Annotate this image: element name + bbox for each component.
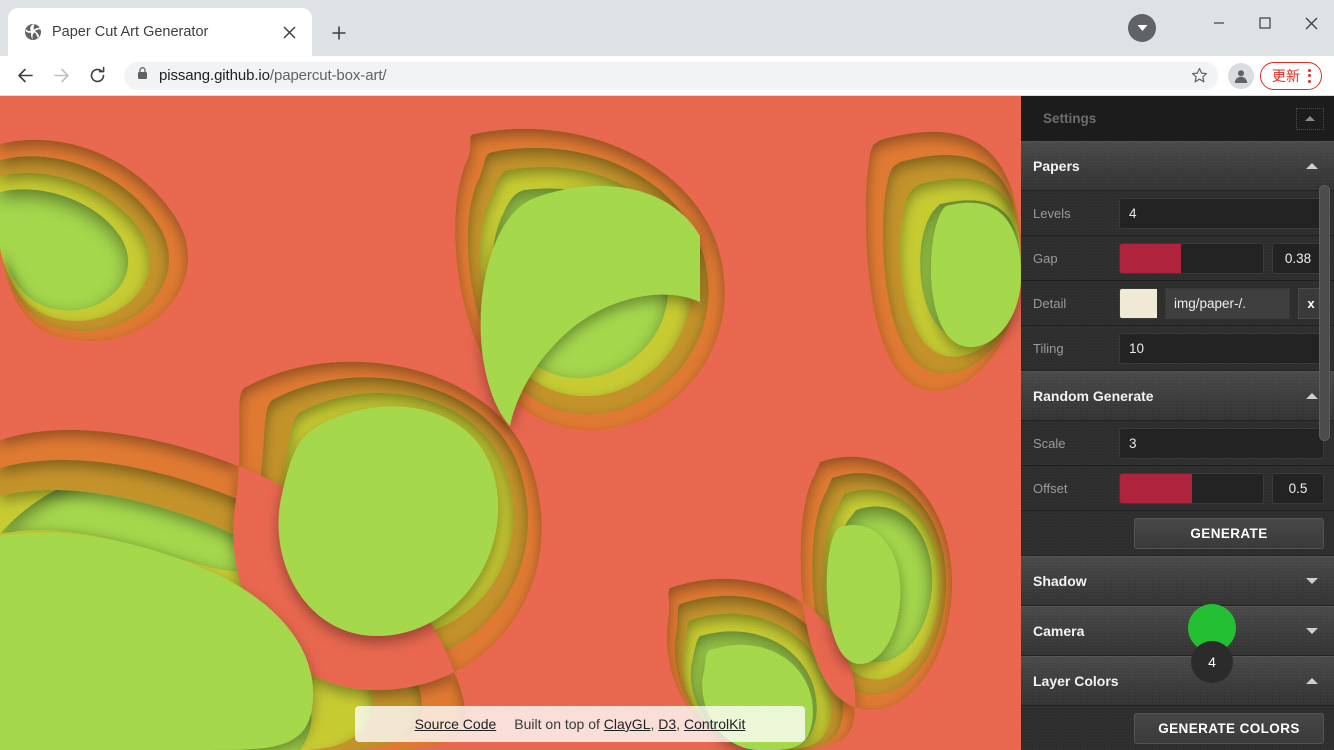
url-path: /papercut-box-art/ [269, 67, 387, 84]
control-row-tiling: Tiling 10 [1021, 326, 1334, 371]
controlkit-link[interactable]: ControlKit [684, 716, 745, 732]
control-row-scale: Scale 3 [1021, 421, 1334, 466]
browser-toolbar: pissang.github.io/papercut-box-art/ 更新 [0, 56, 1334, 96]
tiling-input[interactable]: 10 [1119, 332, 1324, 364]
control-row-detail: Detail img/paper-/. x [1021, 281, 1334, 326]
star-icon[interactable] [1186, 63, 1212, 89]
group-title: Papers [1033, 158, 1080, 174]
group-title: Layer Colors [1033, 673, 1119, 689]
lock-icon [136, 66, 149, 85]
control-label: Tiling [1033, 340, 1064, 356]
browser-chrome: Paper Cut Art Generator pissang.github.i… [0, 0, 1334, 96]
papercut-artwork [0, 96, 1021, 750]
gap-slider[interactable] [1119, 242, 1264, 274]
group-header-papers[interactable]: Papers [1021, 141, 1334, 191]
url-domain: pissang.github.io [159, 67, 270, 84]
built-on-text: Built on top of ClayGL, D3, ControlKit [514, 716, 746, 732]
group-header-shadow[interactable]: Shadow [1021, 556, 1334, 606]
new-tab-button[interactable] [322, 16, 356, 50]
group-header-camera[interactable]: Camera [1021, 606, 1334, 656]
settings-scrollbar[interactable] [1317, 141, 1331, 750]
scale-input[interactable]: 3 [1119, 427, 1324, 459]
control-label: Detail [1033, 295, 1067, 311]
settings-scroll-area: Papers Levels 4 Gap 0.38 Detail img/pape… [1021, 141, 1334, 750]
window-controls [1196, 0, 1334, 46]
browser-tab[interactable]: Paper Cut Art Generator [8, 8, 312, 56]
claygl-link[interactable]: ClayGL [604, 716, 651, 732]
tab-title: Paper Cut Art Generator [52, 24, 209, 40]
settings-scrollbar-thumb[interactable] [1319, 185, 1330, 441]
credit-bar: Source Code Built on top of ClayGL, D3, … [355, 706, 805, 742]
control-row-gap: Gap 0.38 [1021, 236, 1334, 281]
back-arrow-icon[interactable] [8, 59, 42, 93]
group-title: Random Generate [1033, 388, 1154, 404]
click-count-badge: 4 [1191, 641, 1233, 683]
settings-panel: Settings Papers Levels 4 Gap 0.38 Detail… [1021, 96, 1334, 750]
control-row-levels: Levels 4 [1021, 191, 1334, 236]
control-row-offset: Offset 0.5 [1021, 466, 1334, 511]
group-title: Camera [1033, 623, 1085, 639]
group-header-random-generate[interactable]: Random Generate [1021, 371, 1334, 421]
d3-link[interactable]: D3 [658, 716, 676, 732]
group-title: Shadow [1033, 573, 1087, 589]
forward-arrow-icon [44, 59, 78, 93]
generate-button[interactable]: GENERATE [1134, 517, 1324, 549]
settings-panel-header[interactable]: Settings [1021, 96, 1334, 141]
update-button[interactable]: 更新 [1260, 61, 1322, 90]
minimize-icon[interactable] [1196, 0, 1242, 46]
window-close-icon[interactable] [1288, 0, 1334, 46]
settings-title: Settings [1043, 111, 1097, 126]
globe-icon [24, 23, 42, 41]
detail-path-input[interactable]: img/paper-/. [1165, 287, 1290, 319]
control-label: Levels [1033, 205, 1071, 221]
papercut-canvas[interactable]: Source Code Built on top of ClayGL, D3, … [0, 96, 1021, 750]
generate-colors-button-row: GENERATE COLORS [1021, 706, 1334, 750]
generate-button-row: GENERATE [1021, 511, 1334, 556]
kebab-menu-icon[interactable] [1304, 68, 1315, 83]
chevron-down-icon[interactable] [1128, 14, 1156, 42]
control-label: Offset [1033, 480, 1068, 496]
generate-colors-button[interactable]: GENERATE COLORS [1134, 712, 1324, 744]
address-bar[interactable]: pissang.github.io/papercut-box-art/ [124, 61, 1218, 90]
source-code-link[interactable]: Source Code [415, 716, 497, 732]
tab-close-icon[interactable] [276, 19, 302, 45]
avatar-icon[interactable] [1228, 62, 1254, 89]
reload-icon[interactable] [80, 59, 114, 93]
control-label: Scale [1033, 435, 1066, 451]
group-header-layer-colors[interactable]: Layer Colors [1021, 656, 1334, 706]
url-text: pissang.github.io/papercut-box-art/ [159, 67, 387, 84]
offset-slider[interactable] [1119, 472, 1264, 504]
update-label: 更新 [1272, 68, 1300, 85]
control-label: Gap [1033, 250, 1058, 266]
levels-input[interactable]: 4 [1119, 197, 1324, 229]
maximize-icon[interactable] [1242, 0, 1288, 46]
detail-texture-thumbnail[interactable] [1119, 287, 1157, 319]
page-content: Source Code Built on top of ClayGL, D3, … [0, 96, 1334, 750]
settings-collapse-icon[interactable] [1296, 107, 1324, 130]
